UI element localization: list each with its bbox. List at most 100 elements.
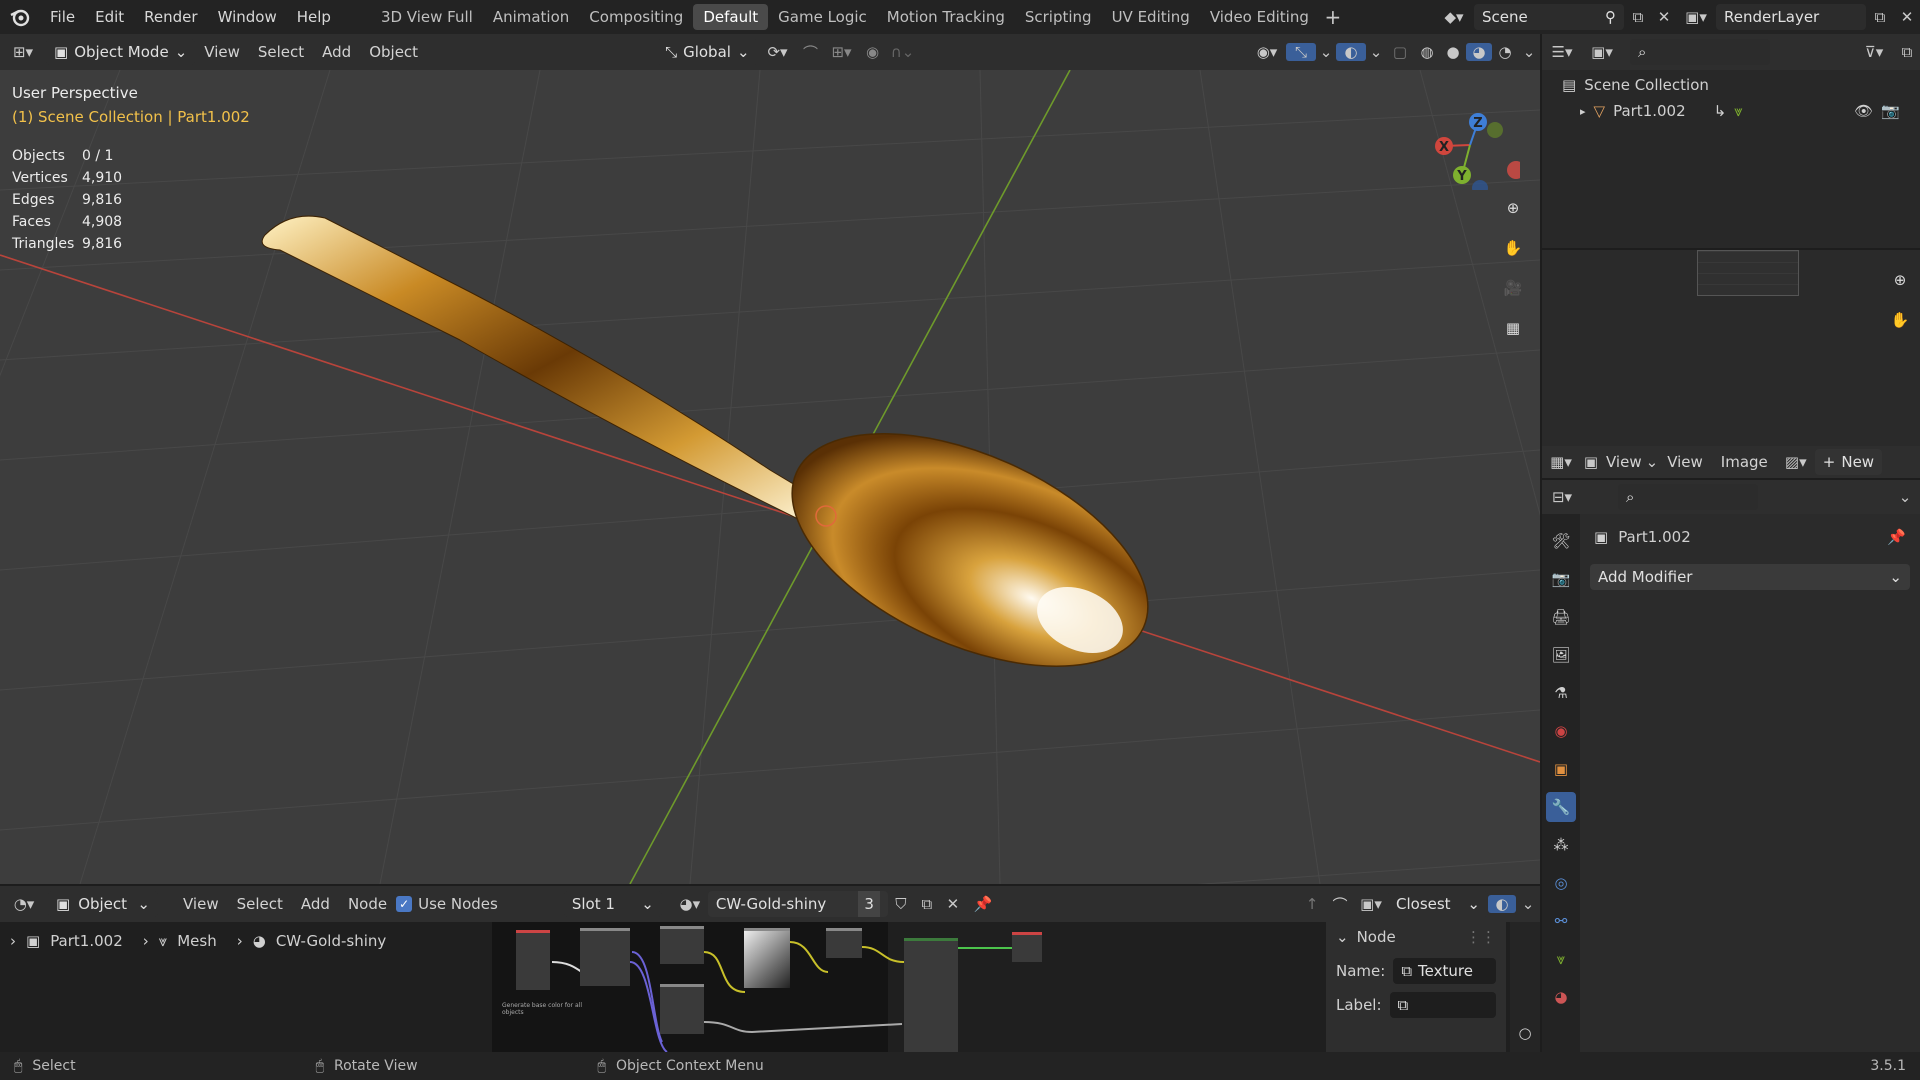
visibility-icon[interactable]: ◉▾ xyxy=(1248,43,1286,61)
breadcrumb-material[interactable]: CW-Gold-shiny xyxy=(276,932,386,950)
gizmo-toggle-icon[interactable]: ⤡ xyxy=(1286,43,1316,61)
tab-motion-tracking[interactable]: Motion Tracking xyxy=(877,4,1015,30)
outliner-root-row[interactable]: ▤ Scene Collection xyxy=(1542,70,1920,100)
pin-icon[interactable]: 📌 xyxy=(966,895,1000,913)
tab-animation[interactable]: Animation xyxy=(483,4,579,30)
mode-dropdown[interactable]: ▣ Object Mode ⌄ xyxy=(46,39,196,65)
navigation-gizmo[interactable]: X Z Y xyxy=(1420,90,1520,190)
menu-edit[interactable]: Edit xyxy=(85,0,134,34)
ramp-node[interactable] xyxy=(744,928,790,988)
outliner-editor-icon[interactable]: ☰▾ xyxy=(1542,43,1582,61)
modifier-tab-icon[interactable]: 🔧 xyxy=(1546,792,1576,822)
fake-user-shield-icon[interactable]: ⛉ xyxy=(888,895,914,913)
parent-node-tree-icon[interactable]: ↑ xyxy=(1298,895,1326,913)
image-menu[interactable]: Image xyxy=(1712,447,1777,477)
zoom-icon[interactable]: ⊕ xyxy=(1495,190,1531,226)
interpolation-dropdown[interactable]: Closest ⌄ xyxy=(1388,891,1488,917)
new-image-button[interactable]: + New xyxy=(1814,449,1883,475)
editor-type-icon[interactable]: ⊞▾ xyxy=(0,43,46,61)
pan-hand-icon[interactable]: ✋ xyxy=(1882,302,1918,338)
chevron-down-icon[interactable]: ⌄ xyxy=(1518,43,1540,61)
node-box[interactable] xyxy=(826,928,862,958)
outliner-search[interactable]: ⌕ xyxy=(1630,39,1770,65)
breadcrumb-mesh[interactable]: Mesh xyxy=(177,932,217,950)
node-box[interactable] xyxy=(660,926,704,964)
ortho-grid-icon[interactable]: ▦ xyxy=(1495,310,1531,346)
overlay-toggle-icon[interactable]: ◐ xyxy=(1336,43,1366,61)
pivot-icon[interactable]: ⟳▾ xyxy=(758,43,798,61)
physics-tab-icon[interactable]: ◎ xyxy=(1546,868,1576,898)
render-tab-icon[interactable]: 📷 xyxy=(1546,564,1576,594)
world-tab-icon[interactable]: ◉ xyxy=(1546,716,1576,746)
unlink-material-icon[interactable]: ✕ xyxy=(940,895,966,913)
render-layer-field[interactable]: RenderLayer xyxy=(1716,4,1866,30)
principled-bsdf-node[interactable] xyxy=(904,938,958,1052)
chevron-right-icon[interactable]: ▸ xyxy=(1580,105,1586,118)
wireframe-shading-icon[interactable]: ◍ xyxy=(1414,43,1440,61)
material-users-count[interactable]: 3 xyxy=(858,891,880,917)
node-menu[interactable]: Node xyxy=(339,889,396,919)
view-menu[interactable]: View xyxy=(174,889,228,919)
material-output-node[interactable] xyxy=(1012,932,1042,962)
scene-selector-icon[interactable]: ◆▾ xyxy=(1434,8,1474,26)
slot-dropdown[interactable]: Slot 1 ⌄ xyxy=(563,891,662,917)
rendered-shading-icon[interactable]: ◔ xyxy=(1492,43,1518,61)
node-box[interactable] xyxy=(580,928,630,986)
tool-tab-icon[interactable]: 🛠 xyxy=(1546,526,1576,556)
tab-uv-editing[interactable]: UV Editing xyxy=(1102,4,1200,30)
menu-window[interactable]: Window xyxy=(208,0,287,34)
tab-default[interactable]: Default xyxy=(693,4,769,30)
spoon-mesh[interactable] xyxy=(261,215,1182,714)
scene-field[interactable]: Scene ⚲ xyxy=(1474,4,1624,30)
snap-icon[interactable]: ⌒ xyxy=(798,42,824,63)
tab-video-editing[interactable]: Video Editing xyxy=(1200,4,1319,30)
xray-icon[interactable]: ▢ xyxy=(1386,43,1414,61)
properties-search[interactable]: ⌕ xyxy=(1618,484,1758,510)
add-menu[interactable]: Add xyxy=(292,889,339,919)
view-layer-tab-icon[interactable]: 🖼 xyxy=(1546,640,1576,670)
select-menu[interactable]: Select xyxy=(228,889,292,919)
view-mode-icon[interactable]: ▣ xyxy=(1580,453,1602,471)
chevron-down-icon[interactable]: ⌄ xyxy=(1316,43,1336,61)
image-editor-type-icon[interactable]: ▦▾ xyxy=(1542,453,1580,471)
tab-3d-view-full[interactable]: 3D View Full xyxy=(371,4,483,30)
object-tab-icon[interactable]: ▣ xyxy=(1546,754,1576,784)
3d-viewport[interactable]: User Perspective (1) Scene Collection | … xyxy=(0,70,1540,884)
node-label-field[interactable]: ⧉ xyxy=(1389,992,1496,1018)
chevron-down-icon[interactable]: ⌄ xyxy=(1366,43,1386,61)
blender-logo-icon[interactable] xyxy=(0,0,40,34)
scene-tab-icon[interactable]: ⚗ xyxy=(1546,678,1576,708)
new-collection-icon[interactable]: ⧉ xyxy=(1894,43,1920,61)
eye-icon[interactable]: 👁 xyxy=(1854,102,1873,120)
duplicate-material-icon[interactable]: ⧉ xyxy=(914,895,940,913)
snap-mode-icon[interactable]: ▣▾ xyxy=(1354,895,1388,913)
chevron-down-icon[interactable]: ⌄ xyxy=(1516,895,1540,913)
shader-type-dropdown[interactable]: ▣ Object ⌄ xyxy=(48,891,158,917)
new-layer-icon[interactable]: ⧉ xyxy=(1866,8,1894,26)
proportional-edit-icon[interactable]: ◉ xyxy=(860,43,886,61)
camera-view-icon[interactable]: 🎥 xyxy=(1495,270,1531,306)
material-tab-icon[interactable]: ◕ xyxy=(1546,982,1576,1012)
object-menu[interactable]: Object xyxy=(360,37,427,67)
delete-scene-icon[interactable]: ✕ xyxy=(1652,8,1676,26)
falloff-icon[interactable]: ∩⌄ xyxy=(886,43,920,61)
material-name-field[interactable]: CW-Gold-shiny 3 xyxy=(707,891,888,917)
breadcrumb-object[interactable]: Part1.002 xyxy=(50,932,123,950)
circle-icon[interactable]: ○ xyxy=(1518,1024,1531,1042)
material-browse-icon[interactable]: ◕▾ xyxy=(672,895,708,913)
select-menu[interactable]: Select xyxy=(249,37,313,67)
node-editor-type-icon[interactable]: ◔▾ xyxy=(0,895,48,913)
tab-game-logic[interactable]: Game Logic xyxy=(768,4,877,30)
menu-render[interactable]: Render xyxy=(134,0,207,34)
outliner-item-part[interactable]: ▸ ▽ Part1.002 ↳ ⩔ 👁 📷 xyxy=(1542,100,1920,122)
add-menu[interactable]: Add xyxy=(313,37,360,67)
output-tab-icon[interactable]: 🖨 xyxy=(1546,602,1576,632)
tab-compositing[interactable]: Compositing xyxy=(579,4,693,30)
material-shading-icon[interactable]: ◕ xyxy=(1466,43,1492,61)
node-panel-header[interactable]: ⌄ Node ⋮⋮ xyxy=(1326,922,1506,952)
drag-handle-icon[interactable]: ⋮⋮ xyxy=(1466,928,1496,946)
use-nodes-checkbox[interactable]: ✓ Use Nodes xyxy=(396,895,498,913)
display-mode-icon[interactable]: ▣▾ xyxy=(1582,43,1622,61)
chevron-down-icon[interactable]: ⌄ xyxy=(1890,488,1920,506)
menu-help[interactable]: Help xyxy=(287,0,341,34)
